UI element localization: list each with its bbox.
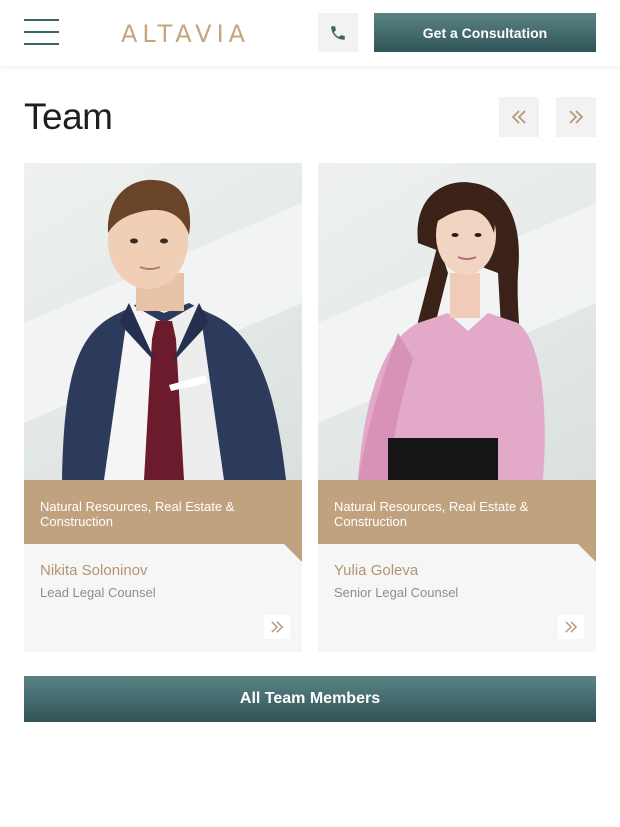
double-chevron-right-icon — [271, 621, 284, 633]
carousel-prev-button[interactable] — [499, 97, 539, 137]
tag-fold — [284, 544, 302, 562]
team-member-photo — [318, 163, 596, 480]
team-card[interactable]: Natural Resources, Real Estate & Constru… — [318, 163, 596, 652]
member-name[interactable]: Yulia Goleva — [334, 562, 418, 579]
phone-icon — [331, 25, 345, 40]
practice-area-tag: Natural Resources, Real Estate & Constru… — [24, 480, 302, 544]
practice-area-tag: Natural Resources, Real Estate & Constru… — [318, 480, 596, 544]
member-role: Lead Legal Counsel — [40, 585, 156, 600]
logo[interactable]: ALTAVIA — [121, 20, 250, 48]
carousel-next-button[interactable] — [556, 97, 596, 137]
all-team-members-button[interactable]: All Team Members — [24, 676, 596, 722]
section-title: Team — [24, 96, 113, 137]
member-more-button[interactable] — [264, 615, 290, 639]
phone-button[interactable] — [318, 13, 358, 52]
team-member-photo — [24, 163, 302, 480]
double-chevron-right-icon — [565, 621, 578, 633]
get-consultation-button[interactable]: Get a Consultation — [374, 13, 596, 52]
member-name[interactable]: Nikita Soloninov — [40, 562, 148, 579]
double-chevron-left-icon — [511, 110, 526, 124]
menu-icon[interactable] — [24, 18, 59, 46]
site-header: ALTAVIA Get a Consultation — [0, 0, 620, 66]
member-role: Senior Legal Counsel — [334, 585, 459, 600]
team-card[interactable]: Natural Resources, Real Estate & Constru… — [24, 163, 302, 652]
tag-fold — [578, 544, 596, 562]
member-more-button[interactable] — [558, 615, 584, 639]
double-chevron-right-icon — [569, 110, 584, 124]
